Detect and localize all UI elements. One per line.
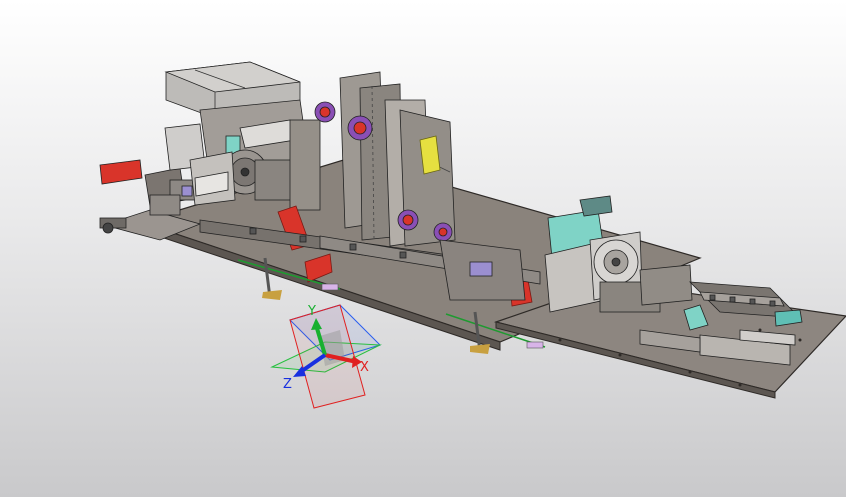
x-axis-label: X — [360, 360, 369, 375]
cad-3d-viewport[interactable]: X Y Z — [0, 0, 846, 497]
model-canvas[interactable]: X Y Z — [0, 0, 846, 497]
z-axis-label: Z — [283, 377, 292, 392]
axis-triad[interactable]: X Y Z — [270, 304, 382, 409]
y-axis-label: Y — [307, 304, 316, 319]
